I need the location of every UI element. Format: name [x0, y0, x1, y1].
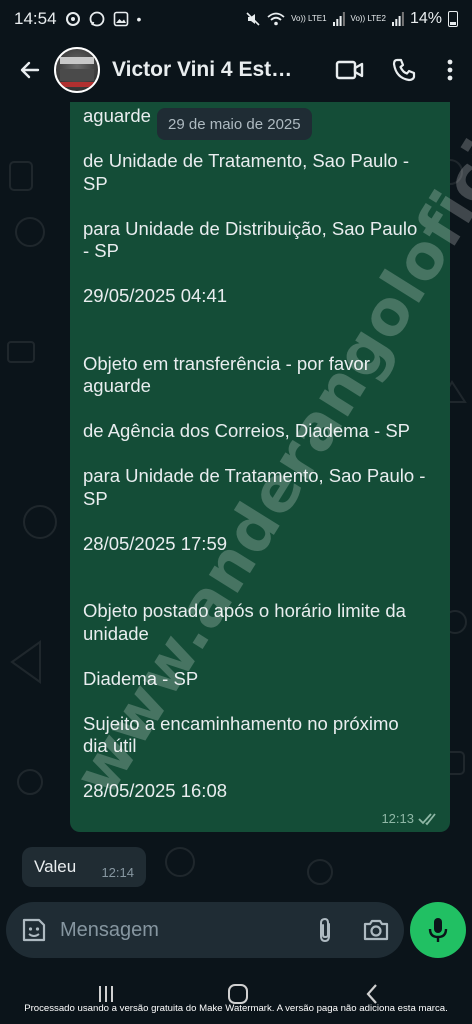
message-placeholder: Mensagem	[60, 918, 159, 941]
camera-icon[interactable]	[362, 918, 390, 942]
signal-icon-1	[332, 12, 345, 26]
network-label-1: Vo)) LTE1	[291, 14, 327, 23]
back-button[interactable]	[10, 50, 50, 90]
sticker-icon[interactable]	[20, 916, 48, 944]
incoming-message-time: 12:14	[101, 864, 134, 880]
outgoing-message-text: aguarde de Unidade de Tratamento, Sao Pa…	[83, 105, 426, 801]
chat-area[interactable]: aguarde de Unidade de Tratamento, Sao Pa…	[0, 102, 472, 898]
message-meta: 12:13	[381, 811, 440, 826]
status-time: 14:54	[14, 9, 57, 28]
video-camera-icon	[335, 60, 364, 80]
message-input[interactable]: Mensagem	[6, 902, 404, 958]
voice-call-button[interactable]	[384, 50, 424, 90]
location-icon	[65, 12, 80, 26]
whatsapp-icon	[89, 11, 104, 27]
back-chevron-icon	[366, 984, 377, 1004]
dot-icon: •	[136, 11, 142, 27]
network-label-2: Vo)) LTE2	[350, 14, 386, 23]
battery-icon	[448, 11, 458, 27]
incoming-message-text: Valeu	[34, 857, 77, 876]
voice-record-button[interactable]	[410, 902, 466, 958]
microphone-icon	[428, 918, 448, 942]
outgoing-message-time: 12:13	[381, 811, 414, 826]
wifi-icon	[267, 12, 285, 26]
phone-icon	[392, 58, 416, 82]
contact-avatar[interactable]	[54, 47, 100, 93]
video-call-button[interactable]	[330, 50, 370, 90]
status-bar: 14:54 • Vo)) LTE1 Vo)) LTE2 14%	[0, 0, 472, 38]
signal-icon-2	[391, 12, 404, 26]
battery-percent: 14%	[409, 10, 442, 27]
contact-name[interactable]: Victor Vini 4 Estre...	[112, 58, 298, 82]
home-icon	[228, 984, 248, 1004]
watermark-footer-note: Processado usando a versão gratuita do M…	[24, 1003, 448, 1014]
system-nav-bar: Processado usando a versão gratuita do M…	[0, 964, 472, 1024]
incoming-message-bubble[interactable]: Valeu 12:14	[22, 847, 146, 887]
chat-header: Victor Vini 4 Estre...	[0, 38, 472, 102]
message-composer: Mensagem	[0, 898, 472, 964]
mute-icon	[246, 12, 260, 26]
double-check-icon	[418, 812, 436, 825]
recent-apps-icon	[99, 986, 113, 1002]
more-vertical-icon	[447, 59, 453, 81]
back-arrow-icon	[20, 61, 40, 79]
gallery-icon	[113, 11, 128, 27]
attach-icon[interactable]	[316, 916, 334, 944]
outgoing-message-bubble[interactable]: aguarde de Unidade de Tratamento, Sao Pa…	[70, 102, 450, 832]
date-separator: 29 de maio de 2025	[157, 108, 312, 140]
menu-button[interactable]	[438, 50, 462, 90]
